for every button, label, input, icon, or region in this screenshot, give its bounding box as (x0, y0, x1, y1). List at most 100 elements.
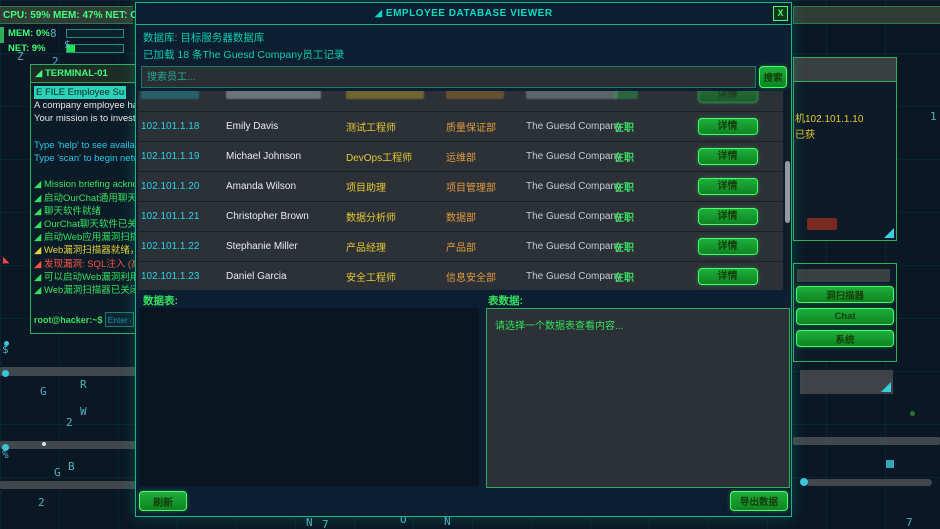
host-status-text: 已获 (795, 126, 815, 141)
right-window-titlebar (793, 57, 897, 82)
employee-name: Michael Johnson (226, 151, 346, 162)
employee-position: 测试工程师 (346, 119, 446, 134)
employee-table: 详情 102.101.1.18Emily Davis测试工程师质量保证部The … (138, 91, 783, 290)
decor-dot (2, 370, 9, 377)
employee-table-body: 102.101.1.18Emily Davis测试工程师质量保证部The Gue… (138, 112, 783, 290)
tool-button[interactable]: Chat (796, 308, 894, 325)
net-label: NET: 9% (8, 43, 66, 54)
employee-company: The Guesd Company (526, 181, 614, 192)
table-row: 102.101.1.21Christopher Brown数据分析师数据部The… (138, 202, 783, 232)
database-info-text: 数据库: 目标服务器数据库 (143, 30, 264, 45)
employee-status: 在职 (614, 149, 672, 164)
tool-button[interactable]: 洞扫描器 (796, 286, 894, 303)
tool-input-fragment[interactable] (797, 269, 890, 282)
table-row: 102.101.1.18Emily Davis测试工程师质量保证部The Gue… (138, 112, 783, 142)
terminal-prompt-row: root@hacker:~$ (34, 312, 134, 327)
background-window-fragment (793, 437, 940, 445)
desktop: CPU: 59% MEM: 47% NET: ONLINE MEM: 0% NE… (0, 0, 940, 529)
terminal-output: E FILE Employee SuA company employee has… (31, 83, 136, 297)
terminal-line: ◢ Web漏洞扫描器已关闭 (34, 284, 136, 297)
employee-ip: 102.101.1.20 (141, 181, 226, 192)
search-input[interactable] (141, 66, 756, 88)
system-status-bar-fragment (793, 6, 940, 24)
employee-department: 信息安全部 (446, 269, 526, 284)
table-data-label: 表数据: (488, 293, 523, 308)
terminal-command-input[interactable] (105, 312, 134, 327)
employee-position: 产品经理 (346, 239, 446, 254)
details-button[interactable]: 详情 (698, 208, 758, 225)
employee-ip: 102.101.1.19 (141, 151, 226, 162)
table-data-placeholder: 请选择一个数据表查看内容... (495, 321, 623, 332)
details-button[interactable]: 详情 (698, 118, 758, 135)
terminal-line: Your mission is to investig (34, 112, 136, 125)
decor-dot (42, 442, 46, 446)
system-status-bar: CPU: 59% MEM: 47% NET: ONLINE (0, 6, 133, 24)
table-row: 102.101.1.20Amanda Wilson项目助理项目管理部The Gu… (138, 172, 783, 202)
employee-position: 安全工程师 (346, 269, 446, 284)
terminal-window: ◢ TERMINAL-01 E FILE Employee SuA compan… (30, 64, 137, 334)
modal-title: ◢ EMPLOYEE DATABASE VIEWER (374, 8, 552, 19)
terminal-line: ◢ 启动Web应用漏洞扫描器 (34, 231, 136, 244)
details-button[interactable]: 详情 (698, 238, 758, 255)
terminal-line: Type 'help' to see availab (34, 139, 136, 152)
terminal-line: E FILE Employee Su (34, 86, 126, 99)
background-window-fragment (0, 441, 136, 449)
refresh-button[interactable]: 刷新 (139, 491, 187, 511)
decor-dot (2, 444, 9, 451)
resize-handle-icon (881, 382, 891, 392)
details-button[interactable]: 详情 (698, 148, 758, 165)
employee-department: 产品部 (446, 239, 526, 254)
employee-status: 在职 (614, 179, 672, 194)
terminal-titlebar[interactable]: ◢ TERMINAL-01 (31, 65, 136, 83)
table-data-panel: 请选择一个数据表查看内容... (486, 308, 790, 488)
employee-database-viewer-window: ◢ EMPLOYEE DATABASE VIEWER X 数据库: 目标服务器数… (135, 2, 792, 517)
decor-dot (910, 411, 915, 416)
employee-name: Christopher Brown (226, 211, 346, 222)
employee-company: The Guesd Company (526, 151, 614, 162)
modal-titlebar[interactable]: ◢ EMPLOYEE DATABASE VIEWER X (136, 3, 791, 25)
tool-button[interactable]: 系统 (796, 330, 894, 347)
export-data-button[interactable]: 导出数据 (730, 491, 788, 511)
employee-company: The Guesd Company (526, 271, 614, 282)
terminal-line: ◢ 启动OurChat通用聊天软 (34, 192, 136, 205)
resource-monitor: MEM: 0% NET: 9% (8, 26, 136, 56)
employee-name: Amanda Wilson (226, 181, 346, 192)
right-tools-window: 洞扫描器 Chat 系统 (793, 263, 897, 362)
details-button[interactable]: 详情 (698, 178, 758, 195)
employee-department: 运维部 (446, 149, 526, 164)
details-button[interactable]: 详情 (698, 91, 758, 103)
tables-label: 数据表: (143, 293, 178, 308)
table-row: 102.101.1.22Stephanie Miller产品经理产品部The G… (138, 232, 783, 262)
decor-dot (4, 341, 9, 346)
details-button[interactable]: 详情 (698, 268, 758, 285)
employee-name: Emily Davis (226, 121, 346, 132)
search-bar: 搜索 (141, 66, 787, 88)
employee-position: DevOps工程师 (346, 149, 446, 164)
employee-ip: 102.101.1.23 (141, 271, 226, 282)
terminal-line: ◢ Mission briefing acknow (34, 178, 136, 191)
employee-ip: 102.101.1.21 (141, 211, 226, 222)
terminal-line: A company employee has (34, 99, 136, 112)
net-progress-bar (66, 44, 124, 53)
load-info-text: 已加载 18 条The Guesd Company员工记录 (143, 47, 344, 62)
resize-handle-icon (884, 228, 894, 238)
employee-name: Stephanie Miller (226, 241, 346, 252)
employee-status: 在职 (614, 269, 672, 284)
right-host-window: 机102.101.1.10 已获 (793, 81, 897, 241)
terminal-prompt: root@hacker:~$ (34, 315, 103, 325)
search-button[interactable]: 搜索 (759, 66, 787, 88)
tables-list-panel[interactable] (139, 308, 479, 486)
terminal-line (34, 126, 136, 139)
decor-dot (800, 478, 808, 486)
disconnect-button-fragment[interactable] (807, 218, 837, 230)
table-scrollbar-thumb[interactable] (785, 161, 790, 223)
decor-square (886, 460, 894, 468)
employee-department: 项目管理部 (446, 179, 526, 194)
table-row: 102.101.1.23Daniel Garcia安全工程师信息安全部The G… (138, 262, 783, 290)
close-button[interactable]: X (773, 6, 788, 21)
terminal-line: ◢ Web漏洞扫描器就绪，输入 (34, 244, 136, 257)
terminal-line: ◢ 可以启动Web漏洞利用工 (34, 271, 136, 284)
mem-progress-bar (66, 29, 124, 38)
employee-company: The Guesd Company (526, 241, 614, 252)
background-progress-bar (806, 479, 932, 486)
